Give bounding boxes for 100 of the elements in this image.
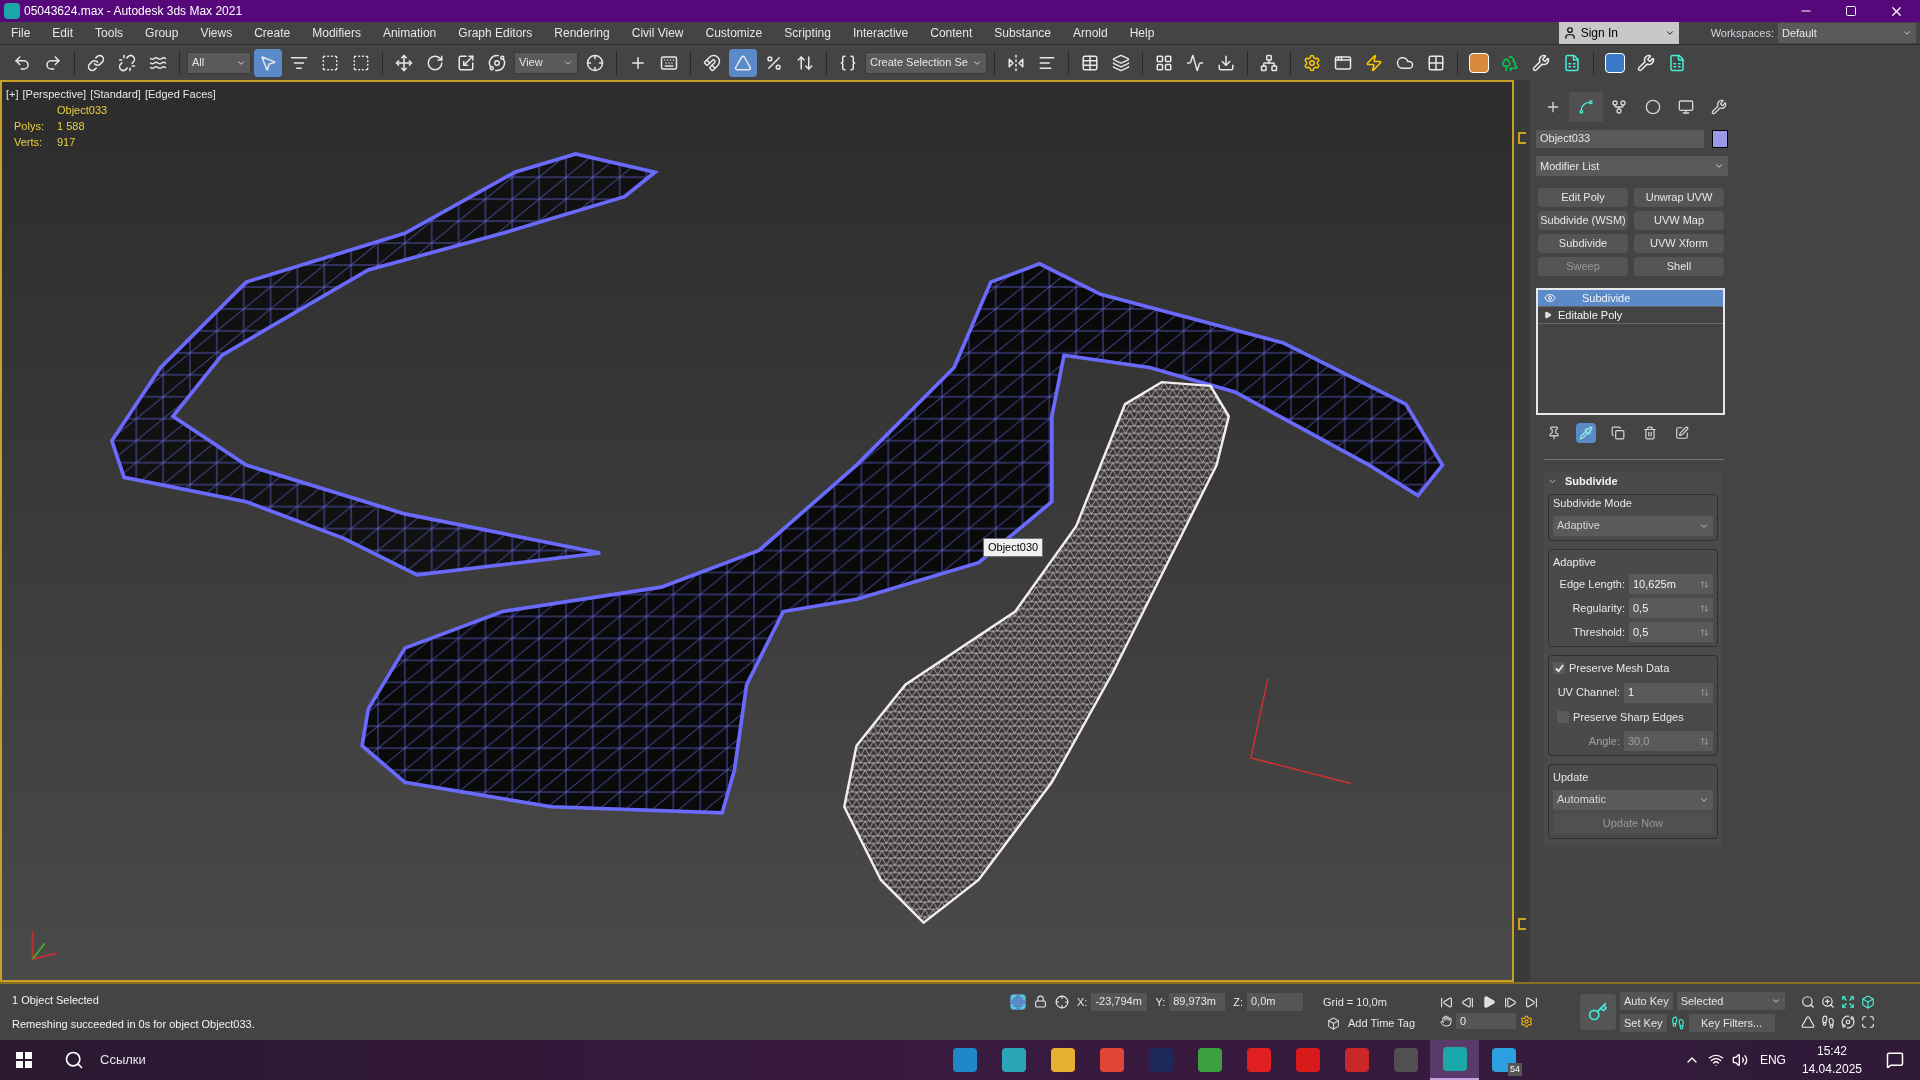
object-name-field[interactable]: Object033 [1536,130,1704,148]
clock-date: 14.04.2025 [1801,1061,1862,1078]
workspace-dropdown[interactable]: Default [1778,23,1916,43]
set-key-button[interactable]: Set Key [1620,1014,1667,1032]
coord-field[interactable]: -23,794m [1091,992,1148,1011]
taskbar-app[interactable] [1430,1040,1479,1080]
menu-item[interactable]: File [0,24,42,42]
auto-key-button[interactable]: Auto Key [1620,992,1673,1010]
menu-item[interactable]: Substance [983,24,1062,42]
stack-tool-button[interactable] [1576,423,1596,443]
spinner-field[interactable]: 0,5 [1629,622,1713,642]
taskbar-app[interactable]: 54 [1479,1040,1528,1080]
eye-icon[interactable] [1544,292,1556,304]
menu-item[interactable]: Edit [41,24,85,42]
toolbar-dropdown[interactable]: Create Selection Se [865,51,987,74]
panel-tab[interactable] [1569,92,1603,122]
toolbar-button[interactable] [729,48,757,77]
modifier-button[interactable]: Shell [1634,257,1724,276]
key-set-dropdown[interactable]: Selected [1676,992,1785,1010]
menu-item[interactable]: Create [243,24,302,42]
search-text[interactable]: Ссылки [100,1050,940,1070]
spinner-field[interactable]: 1 [1624,682,1713,703]
menu-item[interactable]: Civil View [620,24,695,42]
menu-item[interactable]: Rendering [543,24,621,42]
menu-item[interactable]: Modifiers [301,24,372,42]
language-indicator[interactable]: ENG [1759,1051,1786,1069]
zoom-icon[interactable] [1800,995,1815,1009]
spinner-field[interactable]: 10,625m [1629,574,1713,594]
rollout-header[interactable]: Subdivide [1548,472,1718,490]
play-icon[interactable] [1482,995,1496,1009]
spinner-field[interactable]: 0,5 [1629,598,1713,618]
menu-item[interactable]: Help [1118,24,1166,42]
footprints-icon[interactable] [1670,1016,1685,1030]
key-filters-button[interactable]: Key Filters... [1688,1014,1775,1032]
cube-icon[interactable] [1327,1016,1340,1030]
update-mode-dropdown[interactable]: Automatic [1553,789,1713,810]
menu-item[interactable]: Animation [371,24,448,42]
viewport-label[interactable]: [Edged Faces] [144,86,216,103]
undo-icon [13,53,31,72]
viewport-label[interactable]: [Perspective] [22,86,87,103]
crosshair-icon[interactable] [1055,994,1069,1009]
checkbox-label: Preserve Mesh Data [1569,661,1670,676]
copy-icon [1611,426,1625,440]
time-config-icon[interactable] [1520,1014,1533,1028]
checkbox[interactable] [1553,662,1565,675]
modifier-list-dropdown[interactable]: Modifier List [1536,156,1728,176]
search-icon[interactable] [64,1050,84,1070]
restore-icon[interactable] [1845,5,1857,17]
modifier-button[interactable]: Unwrap UVW [1634,188,1724,207]
toolbar-button[interactable] [254,48,282,77]
coord-field[interactable]: 89,973m [1169,992,1226,1011]
windows-start-icon[interactable] [16,1052,32,1068]
app-logo-icon [4,3,20,19]
menu-item[interactable]: Scripting [773,24,842,42]
mirror-icon [1006,53,1025,72]
menu-item[interactable]: Views [189,24,244,42]
modifier-button[interactable]: Edit Poly [1538,188,1628,207]
expand-arrow-icon[interactable] [1544,311,1552,319]
menu-item[interactable]: Customize [694,24,774,42]
lock-icon[interactable] [1034,995,1047,1009]
add-time-tag[interactable]: Add Time Tag [1348,1014,1416,1032]
coord-field[interactable]: 0,0m [1247,992,1303,1011]
menu-item[interactable]: Interactive [841,24,920,42]
menu-item[interactable]: Graph Editors [447,24,544,42]
volume-icon[interactable] [1731,1052,1748,1068]
modifier-button[interactable]: Subdivide (WSM) [1538,211,1628,230]
notifications-icon[interactable] [1886,1051,1904,1069]
toolbar-dropdown[interactable]: View [514,51,578,74]
menu-item[interactable]: Content [919,24,984,42]
network-icon[interactable] [1707,1052,1724,1068]
sign-in-dropdown[interactable]: Sign In [1558,22,1679,44]
orbit-icon [488,53,506,72]
zoom-extents-icon[interactable] [1840,995,1855,1009]
set-key-mode-button[interactable] [1580,994,1616,1030]
toolbar-dropdown[interactable]: All [187,51,251,74]
window-icon [1333,53,1352,72]
menu-item[interactable]: Arnold [1062,24,1119,42]
go-to-start-icon[interactable] [1440,995,1453,1009]
modifier-button[interactable]: UVW Xform [1634,234,1724,253]
menu-item[interactable]: Group [134,24,190,42]
object-color-swatch[interactable] [1712,130,1728,148]
go-to-end-icon[interactable] [1525,995,1538,1009]
modifier-button[interactable]: Subdivide [1538,234,1628,253]
viewport-label[interactable]: [+] [6,86,19,103]
viewport[interactable]: [+] [Perspective] [Standard] [Edged Faces] Object033 Polys: 1 588 Verts: 917 Object030 [0,80,1514,982]
cube-icon[interactable] [1860,995,1875,1009]
menu-item[interactable]: Tools [84,24,135,42]
frame-field[interactable]: 0 [1456,1013,1516,1029]
mode-dropdown[interactable]: Adaptive [1553,515,1713,536]
field-of-view-icon[interactable] [1800,1015,1815,1029]
modifier-button[interactable]: UVW Map [1634,211,1724,230]
walk-icon[interactable] [1820,1015,1835,1029]
orbit-icon[interactable] [1840,1015,1855,1029]
zoom-all-icon[interactable] [1820,995,1835,1009]
stack-item[interactable]: Editable Poly [1538,307,1723,324]
hand-icon[interactable] [1440,1015,1452,1027]
previous-frame-icon[interactable] [1461,995,1474,1009]
viewport-label[interactable]: [Standard] [90,86,141,103]
next-frame-icon[interactable] [1504,995,1517,1009]
maximize-icon[interactable] [1860,1015,1875,1029]
